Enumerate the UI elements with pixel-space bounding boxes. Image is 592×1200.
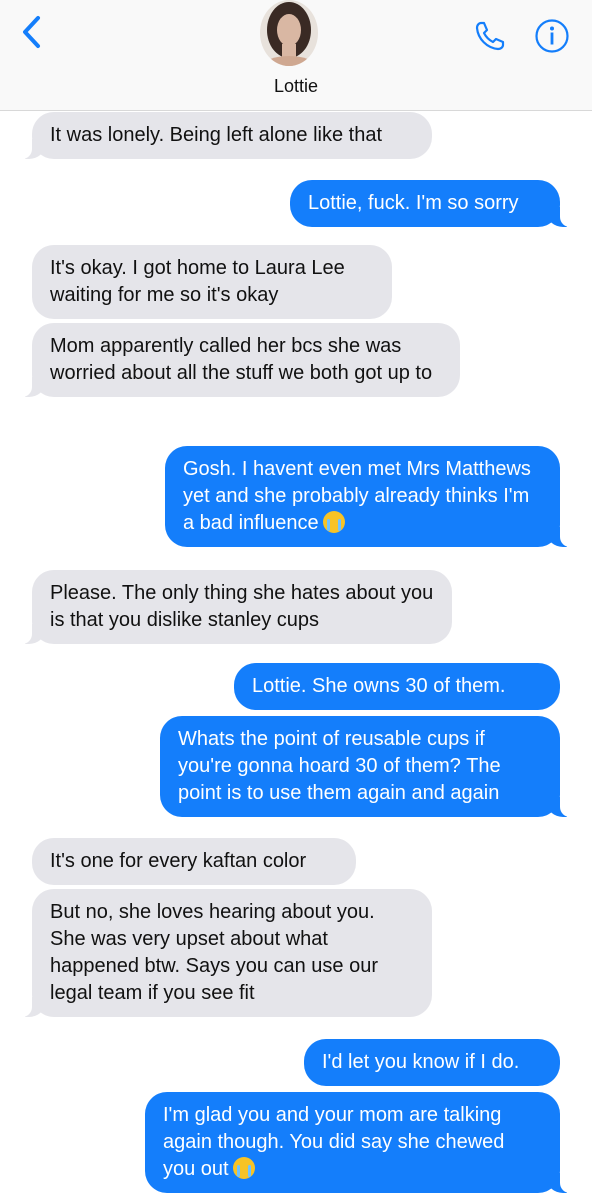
contact-name[interactable]: Lottie <box>0 76 592 97</box>
message-text: Lottie, fuck. I'm so sorry <box>308 192 519 214</box>
back-button[interactable] <box>10 10 54 54</box>
sent-message[interactable]: Lottie. She owns 30 of them. <box>234 663 560 710</box>
info-icon <box>535 19 569 53</box>
received-message[interactable]: It was lonely. Being left alone like tha… <box>22 112 432 159</box>
received-message[interactable]: Mom apparently called her bcs she was wo… <box>22 323 460 397</box>
received-message[interactable]: Please. The only thing she hates about y… <box>22 570 452 644</box>
message-text: Gosh. I havent even met Mrs Matthews yet… <box>183 458 531 534</box>
call-button[interactable] <box>470 16 510 56</box>
message-text: I'd let you know if I do. <box>322 1051 520 1073</box>
received-message[interactable]: It's one for every kaftan color <box>32 838 356 885</box>
sent-message[interactable]: I'd let you know if I do. <box>304 1039 560 1086</box>
message-text: Please. The only thing she hates about y… <box>50 582 434 631</box>
message-text: I'm glad you and your mom are talking ag… <box>163 1104 505 1180</box>
sent-message[interactable]: Lottie, fuck. I'm so sorry <box>290 180 570 227</box>
message-text: But no, she loves hearing about you. She… <box>50 901 379 1004</box>
message-text: It's okay. I got home to Laura Lee waiti… <box>50 257 345 306</box>
loudly-crying-face-emoji <box>232 1157 255 1179</box>
message-text: Whats the point of reusable cups if you'… <box>178 728 501 804</box>
loudly-crying-face-emoji <box>322 511 345 533</box>
message-text: It was lonely. Being left alone like tha… <box>50 124 383 146</box>
phone-icon <box>475 21 505 51</box>
chevron-left-icon <box>23 16 40 48</box>
contact-avatar[interactable] <box>260 0 318 66</box>
received-message[interactable]: But no, she loves hearing about you. She… <box>22 889 432 1017</box>
message-text: It's one for every kaftan color <box>50 850 307 872</box>
sent-message[interactable]: I'm glad you and your mom are talking ag… <box>145 1092 570 1193</box>
received-message[interactable]: It's okay. I got home to Laura Lee waiti… <box>32 245 392 319</box>
sent-message[interactable]: Gosh. I havent even met Mrs Matthews yet… <box>165 446 570 547</box>
conversation-header: Lottie <box>0 0 592 111</box>
info-button[interactable] <box>532 16 572 56</box>
message-text: Lottie. She owns 30 of them. <box>252 675 506 697</box>
sent-message[interactable]: Whats the point of reusable cups if you'… <box>160 716 570 817</box>
message-text: Mom apparently called her bcs she was wo… <box>50 335 433 384</box>
